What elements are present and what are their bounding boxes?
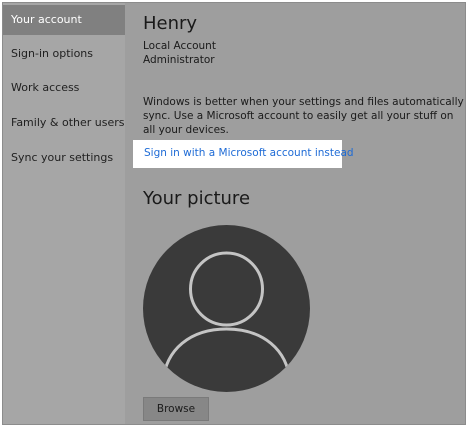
sync-message: Windows is better when your settings and…: [143, 96, 464, 136]
picture-heading: Your picture: [143, 188, 251, 209]
account-role: Administrator: [143, 54, 215, 66]
settings-window: Your account Sign-in options Work access…: [2, 2, 466, 425]
microsoft-signin-link[interactable]: Sign in with a Microsoft account instead: [144, 147, 354, 159]
sidebar-item-your-account[interactable]: Your account: [3, 5, 125, 35]
sidebar-item-sync-settings[interactable]: Sync your settings: [3, 143, 125, 173]
person-silhouette-icon: [143, 225, 310, 392]
account-type: Local Account: [143, 40, 216, 52]
sidebar: Your account Sign-in options Work access…: [3, 3, 125, 424]
sidebar-item-sign-in-options[interactable]: Sign-in options: [3, 39, 125, 69]
sidebar-item-family-other-users[interactable]: Family & other users: [3, 108, 125, 138]
browse-button[interactable]: Browse: [143, 397, 209, 421]
sidebar-item-work-access[interactable]: Work access: [3, 73, 125, 103]
main-content: Henry Local Account Administrator Window…: [125, 3, 465, 424]
signin-link-highlight: Sign in with a Microsoft account instead: [133, 140, 354, 168]
account-name: Henry: [143, 13, 198, 34]
